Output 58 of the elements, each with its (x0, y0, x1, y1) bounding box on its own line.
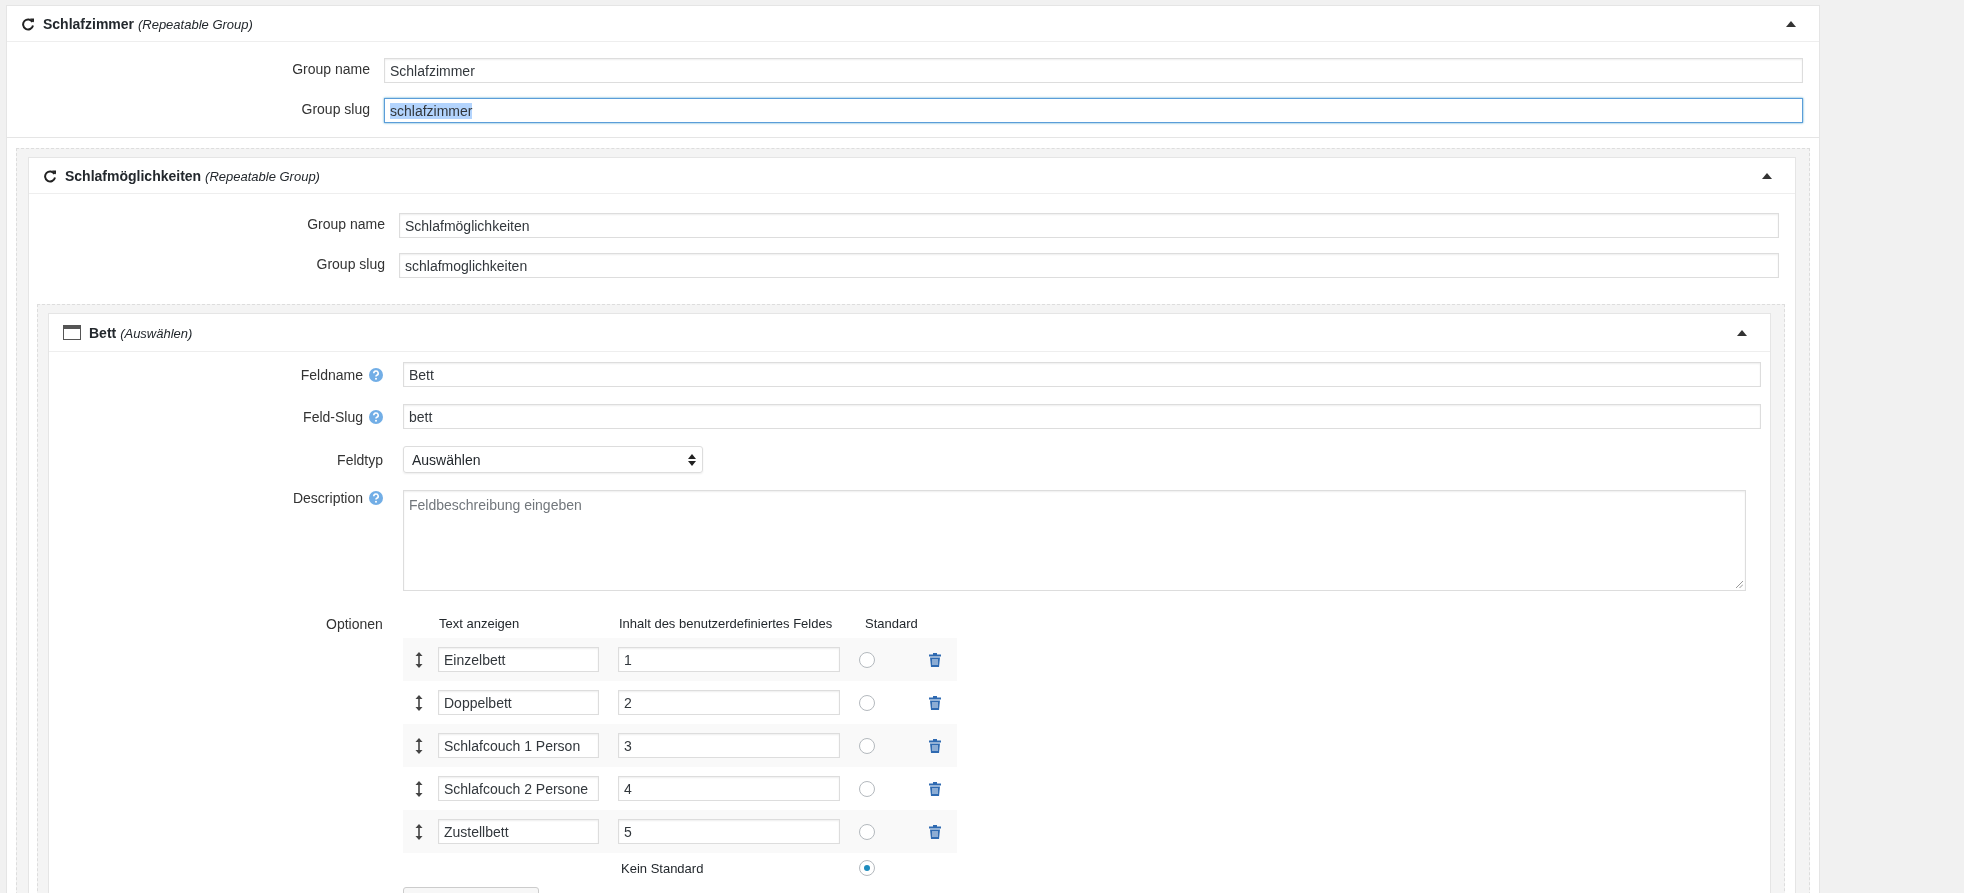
field-label: Group name (306, 215, 386, 232)
field-label: Optionen (326, 616, 383, 632)
trash-icon[interactable] (929, 738, 941, 753)
field-label: Description (292, 490, 363, 506)
drag-handle-icon[interactable] (415, 651, 423, 668)
input-field[interactable]: Schlafmöglichkeiten (399, 213, 1779, 238)
collapse-arrow-icon[interactable] (1785, 19, 1797, 28)
input-field[interactable]: Bett (403, 362, 1761, 387)
radio-button[interactable] (859, 860, 875, 876)
group-title: Schlafmöglichkeiten (Repeatable Group) (65, 167, 321, 184)
option-value-field[interactable]: 3 (618, 733, 840, 758)
refresh-icon (21, 16, 35, 31)
dropdown-arrows-icon (688, 453, 696, 466)
option-text-field[interactable]: Zustellbett (438, 819, 599, 844)
option-value-field[interactable]: 4 (618, 776, 840, 801)
radio-button[interactable] (859, 823, 875, 840)
drag-handle-icon[interactable] (415, 737, 423, 754)
resize-grip-icon[interactable] (1735, 580, 1743, 588)
description-textarea[interactable]: Feldbeschreibung eingeben (403, 490, 1746, 591)
collapse-arrow-icon[interactable] (1736, 328, 1748, 337)
column-header: Text anzeigen (439, 616, 521, 631)
drag-handle-icon[interactable] (415, 780, 423, 797)
column-header: Standard (865, 616, 918, 631)
option-value-field[interactable]: 1 (618, 647, 840, 672)
field-label: Group slug (300, 100, 371, 117)
radio-button[interactable] (859, 780, 875, 797)
radio-button[interactable] (859, 694, 875, 711)
trash-icon[interactable] (929, 781, 941, 796)
collapse-arrow-icon[interactable] (1761, 171, 1773, 180)
input-field[interactable]: bett (403, 404, 1761, 429)
option-label: Kein Standard (621, 860, 705, 876)
field-label: Group slug (315, 255, 386, 272)
column-header: Inhalt des benutzerdefiniertes Feldes (619, 616, 834, 631)
drag-handle-icon[interactable] (415, 823, 423, 840)
input-field[interactable]: schlafzimmer (384, 98, 1803, 123)
field-label: Feldname (300, 366, 363, 383)
trash-icon[interactable] (929, 824, 941, 839)
option-value-field[interactable]: 5 (618, 819, 840, 844)
drag-handle-icon[interactable] (415, 694, 423, 711)
input-field[interactable]: Schlafzimmer (384, 58, 1803, 83)
option-text-field[interactable]: Doppelbett (438, 690, 599, 715)
option-text-field[interactable]: Einzelbett (438, 647, 599, 672)
field-title: Bett (Auswählen) (89, 324, 194, 341)
option-text-field[interactable]: Schlafcouch 2 Persone (438, 776, 599, 801)
option-value-field[interactable]: 2 (618, 690, 840, 715)
radio-button[interactable] (859, 651, 875, 668)
field-label: Group name (291, 60, 371, 77)
field-label: Feld-Slug (303, 408, 363, 425)
group-title: Schlafzimmer (Repeatable Group) (43, 15, 254, 32)
window-icon (63, 325, 81, 340)
option-text-field[interactable]: Schlafcouch 1 Person (438, 733, 599, 758)
trash-icon[interactable] (929, 652, 941, 667)
radio-button[interactable] (859, 737, 875, 754)
refresh-icon (43, 168, 57, 183)
trash-icon[interactable] (929, 695, 941, 710)
input-field[interactable]: schlafmoglichkeiten (399, 253, 1779, 278)
field-label: Feldtyp (337, 451, 383, 468)
type-dropdown[interactable]: Auswählen (403, 446, 703, 473)
